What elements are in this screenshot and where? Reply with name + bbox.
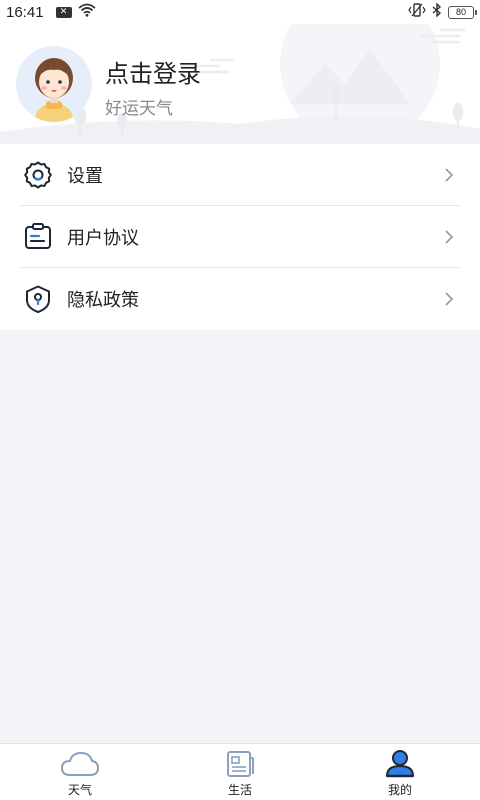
- shield-icon: [23, 284, 53, 314]
- menu-item-privacy-policy[interactable]: 隐私政策: [20, 268, 460, 330]
- menu-item-settings[interactable]: 设置: [20, 144, 460, 206]
- profile-header[interactable]: 点击登录 好运天气: [0, 24, 480, 144]
- tab-label: 天气: [67, 783, 92, 797]
- login-prompt[interactable]: 点击登录: [105, 54, 201, 89]
- menu-item-user-agreement[interactable]: 用户协议: [20, 206, 460, 268]
- clipboard-icon: [23, 222, 53, 252]
- tab-mine[interactable]: 我的: [320, 744, 480, 800]
- settings-menu: 设置 用户协议 隐私政策: [0, 144, 480, 330]
- status-bar: 16:41 ✕ 80: [0, 0, 480, 24]
- tab-life[interactable]: 生活: [160, 744, 320, 800]
- bluetooth-icon: [432, 2, 442, 21]
- chevron-right-icon: [442, 292, 456, 306]
- tab-label: 生活: [227, 783, 252, 797]
- wifi-icon: [77, 3, 96, 21]
- status-time: 16:41: [6, 3, 44, 21]
- message-icon: ✕: [55, 6, 72, 18]
- menu-item-label: 设置: [67, 165, 103, 187]
- avatar[interactable]: [16, 46, 92, 122]
- bottom-tab-bar: 天气 生活 我的: [0, 743, 480, 800]
- tab-weather[interactable]: 天气: [0, 744, 160, 800]
- user-icon: [380, 749, 420, 779]
- chevron-right-icon: [442, 229, 456, 244]
- gear-icon: [23, 160, 53, 190]
- menu-item-label: 用户协议: [67, 227, 139, 249]
- app-subtitle: 好运天气: [105, 99, 173, 119]
- tab-label: 我的: [387, 783, 412, 797]
- vibrate-icon: [408, 3, 426, 21]
- news-icon: [220, 749, 260, 779]
- battery-icon: 80: [448, 5, 477, 19]
- chevron-right-icon: [442, 167, 456, 182]
- cloud-icon: [60, 749, 100, 779]
- menu-item-label: 隐私政策: [67, 290, 139, 311]
